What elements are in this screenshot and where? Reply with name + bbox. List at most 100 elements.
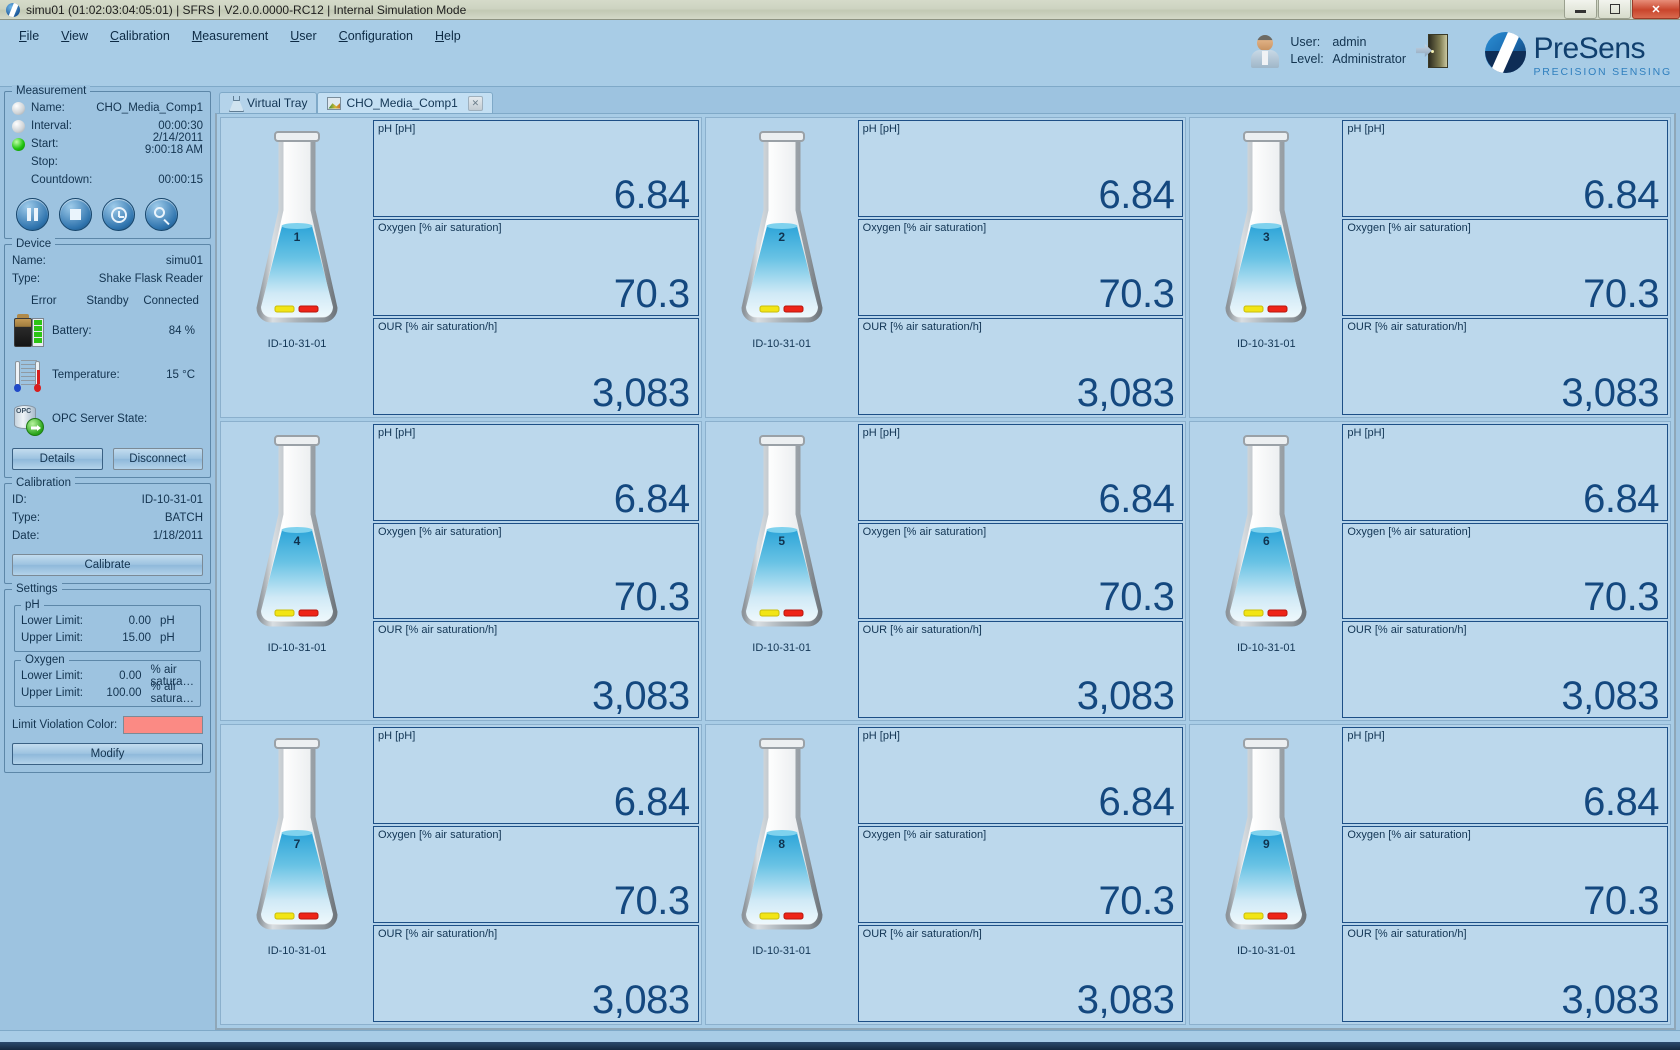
limit-violation-label: Limit Violation Color: bbox=[12, 719, 118, 731]
flask-number: 2 bbox=[778, 230, 785, 244]
measurement-key: Stop: bbox=[31, 156, 58, 168]
tab-virtual-tray[interactable]: Virtual Tray bbox=[219, 92, 318, 113]
close-button[interactable]: ✕ bbox=[1632, 0, 1680, 19]
flask-id: ID-10-31-01 bbox=[267, 641, 327, 654]
readout-value: 3,083 bbox=[592, 370, 690, 415]
oxygen-upper-unit: % air satura… bbox=[150, 680, 195, 705]
readout-value: 6.84 bbox=[1098, 476, 1175, 521]
maximize-button[interactable] bbox=[1598, 0, 1631, 19]
device-state-connected: Connected bbox=[140, 295, 202, 307]
limit-violation-color-swatch[interactable] bbox=[123, 716, 203, 734]
tab-cho-media-comp1[interactable]: CHO_Media_Comp1 ✕ bbox=[317, 92, 493, 113]
readout-oxygen: Oxygen [% air saturation] 70.3 bbox=[857, 218, 1184, 316]
measurement-panel: Measurement Name: CHO_Media_Comp1 Interval… bbox=[4, 85, 211, 239]
window-controls: ✕ bbox=[1563, 0, 1680, 20]
flask-pane: 2 ID-10-31-01 bbox=[706, 118, 858, 417]
menu-item-configuration[interactable]: Configuration bbox=[330, 26, 422, 46]
readout-value: 70.3 bbox=[1583, 271, 1659, 316]
readout-value: 70.3 bbox=[1583, 575, 1659, 620]
readout-ph: pH [pH] 6.84 bbox=[857, 727, 1184, 825]
logout-door-icon[interactable] bbox=[1416, 34, 1448, 68]
readout-label: Oxygen [% air saturation] bbox=[378, 525, 502, 538]
calibration-value: ID-10-31-01 bbox=[141, 494, 203, 506]
minimize-button[interactable] bbox=[1564, 0, 1597, 19]
readout-value: 70.3 bbox=[613, 879, 690, 924]
user-label: User: bbox=[1290, 35, 1321, 49]
readout-label: OUR [% air saturation/h] bbox=[1347, 928, 1467, 941]
menu-item-user[interactable]: User bbox=[281, 26, 325, 46]
device-state-standby: Standby bbox=[76, 295, 138, 307]
measurement-value: 00:00:30 bbox=[158, 120, 203, 132]
flask-cell[interactable]: 3 ID-10-31-01 pH [pH] 6.84 Oxygen [% air sat… bbox=[1189, 117, 1671, 418]
flask-number: 9 bbox=[1262, 837, 1270, 852]
level-value: Administrator bbox=[1332, 52, 1406, 66]
chart-icon bbox=[327, 96, 342, 110]
measurement-row: Start: 2/14/2011 9:00:18 AM bbox=[12, 132, 203, 156]
calibrate-button[interactable]: Calibrate bbox=[12, 554, 203, 576]
timer-button[interactable] bbox=[102, 198, 135, 231]
tab-label: Virtual Tray bbox=[247, 96, 308, 110]
readout-our: OUR [% air saturation/h] 3,083 bbox=[373, 925, 699, 1022]
flask-cell[interactable]: 1 ID-10-31-01 pH [pH] 6.84 Oxygen [% air sat… bbox=[220, 117, 702, 418]
menu-item-measurement[interactable]: Measurement bbox=[183, 26, 277, 46]
menu-item-calibration[interactable]: Calibration bbox=[101, 26, 179, 46]
readout-our: OUR [% air saturation/h] 3,083 bbox=[857, 317, 1184, 415]
readout-label: pH [pH] bbox=[862, 426, 900, 439]
flask-cell[interactable]: 4 ID-10-31-01 pH [pH] 6.84 Oxygen [% air sat… bbox=[220, 420, 702, 722]
menu-item-help[interactable]: Help bbox=[426, 26, 470, 46]
modify-button[interactable]: Modify bbox=[12, 743, 203, 765]
details-button[interactable]: Details bbox=[12, 448, 103, 470]
flask-icon bbox=[229, 96, 242, 110]
readout-oxygen: Oxygen [% air saturation] 70.3 bbox=[373, 218, 699, 316]
calibration-key: Date: bbox=[12, 530, 40, 542]
device-metric-label: Battery: bbox=[52, 325, 92, 337]
readout-value: 3,083 bbox=[1561, 370, 1659, 415]
flask-cell[interactable]: 5 ID-10-31-01 pH [pH] 6.84 Oxygen [% air sat… bbox=[704, 420, 1187, 722]
calibration-panel: Calibration ID: ID-10-31-01 Type: BATCH Date… bbox=[4, 477, 211, 584]
flask-pane: 1 ID-10-31-01 bbox=[221, 118, 373, 417]
readout-label: Oxygen [% air saturation] bbox=[1347, 221, 1471, 234]
readout-our: OUR [% air saturation/h] 3,083 bbox=[1342, 925, 1668, 1022]
flask-cell[interactable]: 6 ID-10-31-01 pH [pH] 6.84 Oxygen [% air sat… bbox=[1189, 420, 1671, 722]
device-panel: Device Name: simu01 Type: Shake Flask Read… bbox=[4, 238, 211, 478]
ph-lower-label: Lower Limit: bbox=[21, 614, 83, 627]
readout-our: OUR [% air saturation/h] 3,083 bbox=[1342, 621, 1668, 719]
measurement-row: Countdown: 00:00:15 bbox=[12, 171, 203, 189]
tab-close-icon[interactable]: ✕ bbox=[467, 95, 483, 111]
readout-ph: pH [pH] 6.84 bbox=[1342, 727, 1668, 825]
flask-pane: 7 ID-10-31-01 bbox=[221, 725, 373, 1024]
flask-cell[interactable]: 8 ID-10-31-01 pH [pH] 6.84 Oxygen [% air sat… bbox=[704, 724, 1187, 1025]
readout-value: 6.84 bbox=[1098, 780, 1175, 825]
inspect-button[interactable] bbox=[145, 198, 178, 231]
oxygen-caption: Oxygen bbox=[21, 654, 69, 666]
readout-our: OUR [% air saturation/h] 3,083 bbox=[857, 621, 1184, 719]
flask-cell[interactable]: 9 ID-10-31-01 pH [pH] 6.84 Oxygen [% air sat… bbox=[1189, 724, 1671, 1025]
stop-button[interactable] bbox=[59, 198, 92, 231]
pause-button[interactable] bbox=[16, 198, 49, 231]
device-name-value: simu01 bbox=[165, 255, 203, 267]
flask-cell[interactable]: 7 ID-10-31-01 pH [pH] 6.84 Oxygen [% air sat… bbox=[220, 724, 702, 1025]
status-led-grey bbox=[12, 119, 25, 133]
readout-label: OUR [% air saturation/h] bbox=[378, 624, 498, 637]
measurement-key: Countdown: bbox=[31, 174, 93, 186]
window-title-bar: simu01 (01:02:03:04:05:01) | SFRS | V2.0… bbox=[0, 0, 1680, 20]
status-led-green bbox=[12, 137, 25, 151]
flask-id: ID-10-31-01 bbox=[752, 945, 811, 958]
measurement-value: 00:00:15 bbox=[158, 174, 203, 186]
tab-label: CHO_Media_Comp1 bbox=[346, 96, 458, 110]
measurement-caption: Measurement bbox=[12, 85, 91, 97]
menu-item-file[interactable]: File bbox=[10, 26, 48, 46]
flask-cell[interactable]: 2 ID-10-31-01 pH [pH] 6.84 Oxygen [% air sat… bbox=[704, 117, 1187, 418]
disconnect-button[interactable]: Disconnect bbox=[112, 448, 203, 470]
device-type-label: Type: bbox=[12, 273, 41, 285]
readout-value: 70.3 bbox=[1583, 879, 1659, 924]
menu-item-view[interactable]: View bbox=[52, 26, 97, 46]
ph-lower-value: 0.00 bbox=[128, 614, 151, 627]
os-taskbar[interactable] bbox=[0, 1042, 1680, 1050]
flask-pane: 3 ID-10-31-01 bbox=[1190, 118, 1342, 417]
readout-label: OUR [% air saturation/h] bbox=[378, 320, 498, 333]
readout-label: pH [pH] bbox=[378, 123, 416, 135]
readout-label: Oxygen [% air saturation] bbox=[378, 829, 502, 842]
flask-pane: 6 ID-10-31-01 bbox=[1190, 422, 1342, 721]
measurement-value: 2/14/2011 9:00:18 AM bbox=[144, 132, 203, 156]
